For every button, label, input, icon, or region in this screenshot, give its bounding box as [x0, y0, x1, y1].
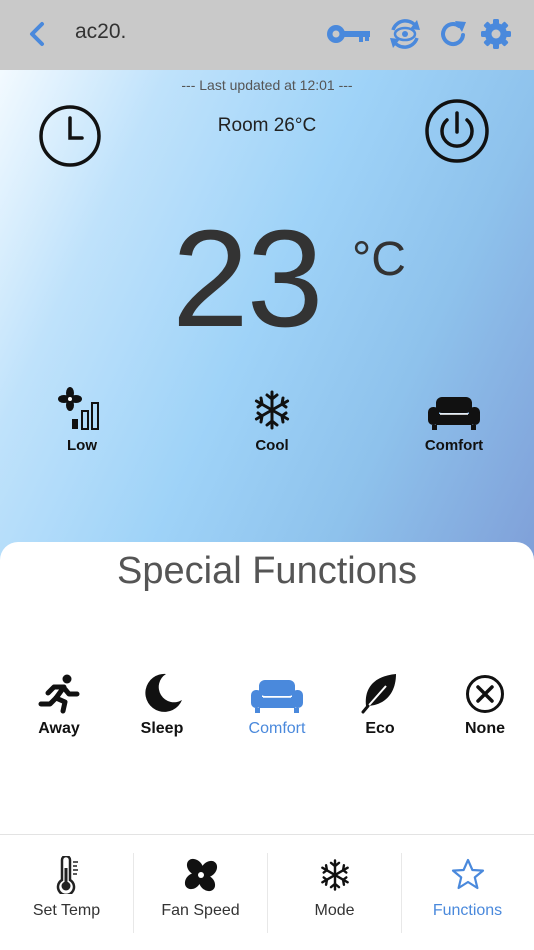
- special-functions-panel: Special Functions Away Sleep Comfort Eco…: [0, 542, 534, 842]
- key-button[interactable]: [325, 16, 373, 52]
- nav-functions-label: Functions: [432, 902, 503, 919]
- fan-speed-status-label: Low: [67, 437, 97, 454]
- function-status-label: Comfort: [424, 437, 484, 454]
- fan-speed-icon: [58, 387, 99, 430]
- refresh-button[interactable]: [436, 16, 470, 52]
- fan-icon: [184, 858, 217, 892]
- refresh-icon: [441, 21, 466, 46]
- temperature-unit: °C: [352, 233, 406, 286]
- function-comfort-label: Comfort: [248, 720, 306, 737]
- mode-status: Cool: [217, 385, 327, 454]
- nav-fan-speed-label: Fan Speed: [161, 902, 240, 919]
- nav-functions[interactable]: Functions: [401, 835, 534, 950]
- nav-mode[interactable]: Mode: [268, 835, 401, 950]
- last-updated-text: --- Last updated at 12:01 ---: [181, 77, 353, 93]
- star-icon: [451, 858, 484, 890]
- snowflake-icon: [320, 859, 349, 891]
- circle-x-icon: [466, 675, 504, 713]
- power-icon: [425, 99, 489, 163]
- leaf-icon: [361, 674, 396, 714]
- function-eco-button[interactable]: Eco: [335, 670, 425, 738]
- nav-set-temp-label: Set Temp: [32, 902, 101, 919]
- function-sleep-button[interactable]: Sleep: [117, 670, 207, 738]
- timer-button[interactable]: [38, 104, 102, 168]
- nav-fan-speed[interactable]: Fan Speed: [134, 835, 267, 950]
- power-button[interactable]: [424, 98, 490, 164]
- function-away-label: Away: [38, 720, 80, 737]
- snowflake-icon: [254, 390, 290, 430]
- running-person-icon: [38, 674, 80, 714]
- thermometer-icon: [56, 856, 78, 894]
- special-functions-title: Special Functions: [117, 550, 417, 592]
- chevron-left-icon: [30, 22, 44, 46]
- moon-icon: [145, 673, 182, 712]
- clock-icon: [39, 105, 101, 167]
- app-header: ac20.: [0, 0, 534, 70]
- set-temperature-value: 23: [172, 202, 323, 356]
- gear-icon: [481, 19, 511, 49]
- eye-sync-button[interactable]: [385, 16, 425, 52]
- function-away-button[interactable]: Away: [14, 670, 104, 738]
- settings-button[interactable]: [478, 16, 514, 52]
- function-eco-label: Eco: [365, 720, 395, 737]
- device-title: ac20.: [75, 20, 127, 43]
- sofa-icon: [428, 397, 480, 430]
- eye-sync-icon: [390, 19, 420, 49]
- room-temperature: Room 26°C: [217, 115, 317, 136]
- bottom-navigation: Set Temp Fan Speed Mode Functions: [0, 834, 534, 950]
- sofa-icon: [251, 680, 303, 713]
- thermostat-display: --- Last updated at 12:01 --- Room 26°C …: [0, 70, 534, 570]
- function-none-label: None: [465, 720, 505, 737]
- key-icon: [327, 25, 370, 43]
- function-sleep-label: Sleep: [140, 720, 184, 737]
- nav-mode-label: Mode: [314, 902, 355, 919]
- function-none-button[interactable]: None: [440, 670, 530, 738]
- nav-set-temp[interactable]: Set Temp: [0, 835, 133, 950]
- mode-status-label: Cool: [255, 437, 289, 454]
- function-comfort-button[interactable]: Comfort: [232, 670, 322, 738]
- back-button[interactable]: [22, 18, 54, 50]
- fan-speed-status: Low: [27, 385, 137, 454]
- function-status: Comfort: [399, 385, 509, 454]
